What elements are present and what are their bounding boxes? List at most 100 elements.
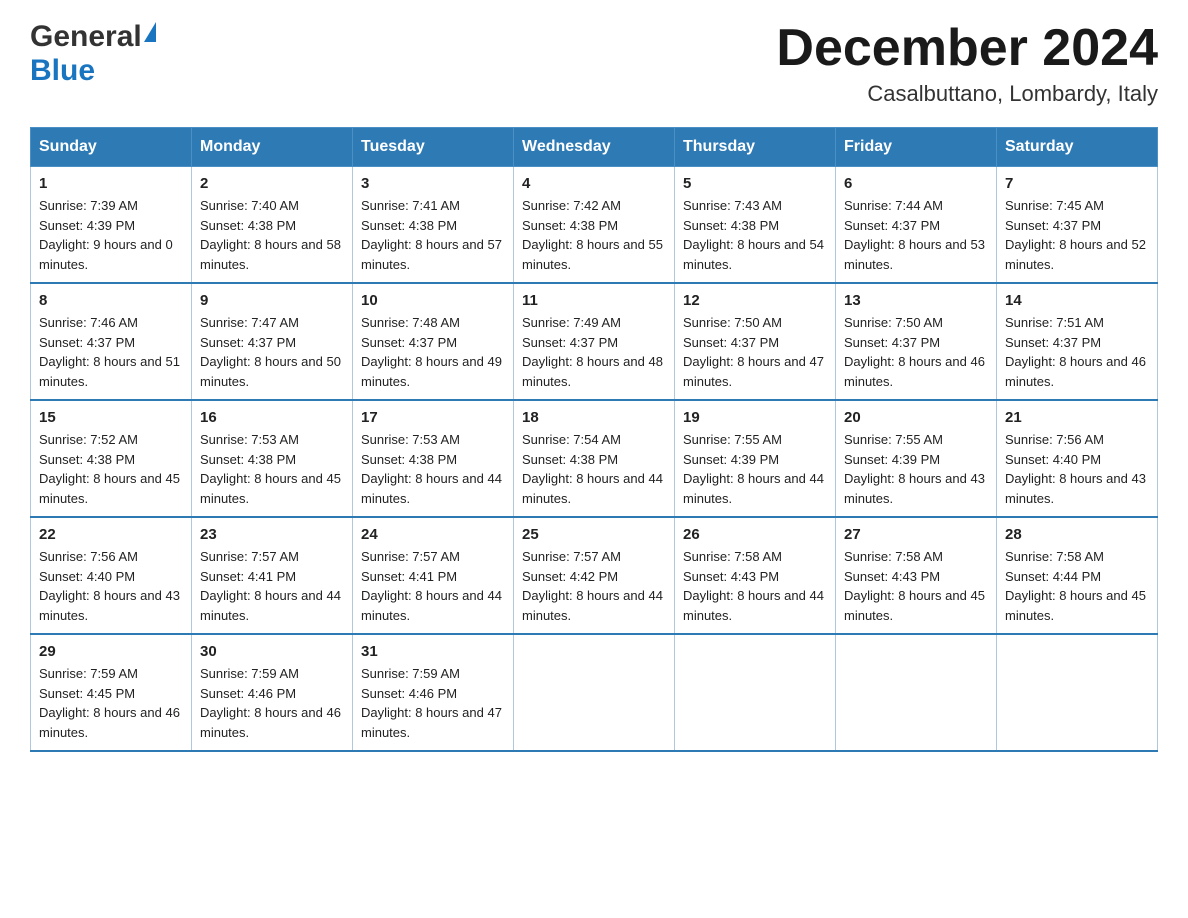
calendar-cell: 10Sunrise: 7:48 AMSunset: 4:37 PMDayligh… <box>353 283 514 400</box>
day-number: 28 <box>1005 526 1149 543</box>
calendar-cell <box>675 634 836 751</box>
day-info: Sunrise: 7:50 AMSunset: 4:37 PMDaylight:… <box>683 313 827 391</box>
calendar-cell: 23 Sunrise: 7:57 AMSunset: 4:41 PMDayligh… <box>192 517 353 634</box>
day-info: Sunrise: 7:42 AMSunset: 4:38 PMDaylight:… <box>522 196 666 274</box>
day-info: Sunrise: 7:53 AMSunset: 4:38 PMDaylight:… <box>361 430 505 508</box>
day-number: 22 <box>39 526 183 543</box>
calendar-week-5: 29 Sunrise: 7:59 AMSunset: 4:45 PMDayligh… <box>31 634 1158 751</box>
day-number: 4 <box>522 175 666 192</box>
day-number: 23 <box>200 526 344 543</box>
day-number: 29 <box>39 643 183 660</box>
day-info: Sunrise: 7:40 AMSunset: 4:38 PMDaylight:… <box>200 196 344 274</box>
calendar-cell: 5 Sunrise: 7:43 AMSunset: 4:38 PMDaylight… <box>675 167 836 284</box>
day-info: Sunrise: 7:45 AMSunset: 4:37 PMDaylight:… <box>1005 196 1149 274</box>
day-info: Sunrise: 7:59 AMSunset: 4:45 PMDaylight:… <box>39 664 183 742</box>
day-number: 25 <box>522 526 666 543</box>
day-number: 8 <box>39 292 183 309</box>
day-number: 24 <box>361 526 505 543</box>
calendar-cell: 22 Sunrise: 7:56 AMSunset: 4:40 PMDayligh… <box>31 517 192 634</box>
day-info: Sunrise: 7:49 AMSunset: 4:37 PMDaylight:… <box>522 313 666 391</box>
day-number: 27 <box>844 526 988 543</box>
day-number: 13 <box>844 292 988 309</box>
day-info: Sunrise: 7:58 AMSunset: 4:44 PMDaylight:… <box>1005 547 1149 625</box>
day-info: Sunrise: 7:48 AMSunset: 4:37 PMDaylight:… <box>361 313 505 391</box>
day-number: 11 <box>522 292 666 309</box>
day-number: 21 <box>1005 409 1149 426</box>
calendar-cell: 8 Sunrise: 7:46 AMSunset: 4:37 PMDaylight… <box>31 283 192 400</box>
day-info: Sunrise: 7:55 AMSunset: 4:39 PMDaylight:… <box>683 430 827 508</box>
title-section: December 2024 Casalbuttano, Lombardy, It… <box>776 20 1158 107</box>
day-info: Sunrise: 7:57 AMSunset: 4:42 PMDaylight:… <box>522 547 666 625</box>
day-number: 16 <box>200 409 344 426</box>
calendar-cell: 7 Sunrise: 7:45 AMSunset: 4:37 PMDaylight… <box>997 167 1158 284</box>
calendar-title: December 2024 <box>776 20 1158 77</box>
header-saturday: Saturday <box>997 128 1158 167</box>
day-number: 14 <box>1005 292 1149 309</box>
calendar-subtitle: Casalbuttano, Lombardy, Italy <box>776 81 1158 107</box>
calendar-cell: 14 Sunrise: 7:51 AMSunset: 4:37 PMDayligh… <box>997 283 1158 400</box>
calendar-week-2: 8 Sunrise: 7:46 AMSunset: 4:37 PMDaylight… <box>31 283 1158 400</box>
calendar-cell: 18 Sunrise: 7:54 AMSunset: 4:38 PMDayligh… <box>514 400 675 517</box>
day-info: Sunrise: 7:52 AMSunset: 4:38 PMDaylight:… <box>39 430 183 508</box>
day-number: 17 <box>361 409 505 426</box>
day-number: 9 <box>200 292 344 309</box>
calendar-cell: 13Sunrise: 7:50 AMSunset: 4:37 PMDayligh… <box>836 283 997 400</box>
calendar-cell: 9 Sunrise: 7:47 AMSunset: 4:37 PMDaylight… <box>192 283 353 400</box>
calendar-cell: 15Sunrise: 7:52 AMSunset: 4:38 PMDayligh… <box>31 400 192 517</box>
calendar-cell: 11 Sunrise: 7:49 AMSunset: 4:37 PMDayligh… <box>514 283 675 400</box>
day-number: 5 <box>683 175 827 192</box>
day-info: Sunrise: 7:43 AMSunset: 4:38 PMDaylight:… <box>683 196 827 274</box>
calendar-header-row: SundayMondayTuesdayWednesdayThursdayFrid… <box>31 128 1158 167</box>
day-number: 26 <box>683 526 827 543</box>
day-info: Sunrise: 7:44 AMSunset: 4:37 PMDaylight:… <box>844 196 988 274</box>
logo-blue: Blue <box>30 54 95 88</box>
calendar-cell: 27 Sunrise: 7:58 AMSunset: 4:43 PMDayligh… <box>836 517 997 634</box>
day-info: Sunrise: 7:55 AMSunset: 4:39 PMDaylight:… <box>844 430 988 508</box>
calendar-cell: 26 Sunrise: 7:58 AMSunset: 4:43 PMDayligh… <box>675 517 836 634</box>
calendar-cell: 3 Sunrise: 7:41 AMSunset: 4:38 PMDaylight… <box>353 167 514 284</box>
calendar-week-4: 22 Sunrise: 7:56 AMSunset: 4:40 PMDayligh… <box>31 517 1158 634</box>
calendar-cell: 29 Sunrise: 7:59 AMSunset: 4:45 PMDayligh… <box>31 634 192 751</box>
day-info: Sunrise: 7:46 AMSunset: 4:37 PMDaylight:… <box>39 313 183 391</box>
header-tuesday: Tuesday <box>353 128 514 167</box>
calendar-cell: 30Sunrise: 7:59 AMSunset: 4:46 PMDayligh… <box>192 634 353 751</box>
day-info: Sunrise: 7:41 AMSunset: 4:38 PMDaylight:… <box>361 196 505 274</box>
header-thursday: Thursday <box>675 128 836 167</box>
logo-triangle-icon <box>144 22 156 42</box>
calendar-cell: 1Sunrise: 7:39 AMSunset: 4:39 PMDaylight… <box>31 167 192 284</box>
day-info: Sunrise: 7:58 AMSunset: 4:43 PMDaylight:… <box>683 547 827 625</box>
calendar-cell: 24 Sunrise: 7:57 AMSunset: 4:41 PMDayligh… <box>353 517 514 634</box>
page-header: General Blue December 2024 Casalbuttano,… <box>30 20 1158 107</box>
calendar-cell <box>836 634 997 751</box>
day-info: Sunrise: 7:51 AMSunset: 4:37 PMDaylight:… <box>1005 313 1149 391</box>
day-info: Sunrise: 7:59 AMSunset: 4:46 PMDaylight:… <box>361 664 505 742</box>
calendar-cell <box>514 634 675 751</box>
day-info: Sunrise: 7:57 AMSunset: 4:41 PMDaylight:… <box>200 547 344 625</box>
calendar-week-3: 15Sunrise: 7:52 AMSunset: 4:38 PMDayligh… <box>31 400 1158 517</box>
calendar-cell: 25 Sunrise: 7:57 AMSunset: 4:42 PMDayligh… <box>514 517 675 634</box>
calendar-cell: 28 Sunrise: 7:58 AMSunset: 4:44 PMDayligh… <box>997 517 1158 634</box>
day-number: 7 <box>1005 175 1149 192</box>
day-number: 3 <box>361 175 505 192</box>
calendar-cell: 2 Sunrise: 7:40 AMSunset: 4:38 PMDaylight… <box>192 167 353 284</box>
day-number: 19 <box>683 409 827 426</box>
calendar-cell: 21 Sunrise: 7:56 AMSunset: 4:40 PMDayligh… <box>997 400 1158 517</box>
calendar-cell: 4 Sunrise: 7:42 AMSunset: 4:38 PMDaylight… <box>514 167 675 284</box>
day-info: Sunrise: 7:47 AMSunset: 4:37 PMDaylight:… <box>200 313 344 391</box>
day-info: Sunrise: 7:56 AMSunset: 4:40 PMDaylight:… <box>1005 430 1149 508</box>
day-number: 2 <box>200 175 344 192</box>
calendar-week-1: 1Sunrise: 7:39 AMSunset: 4:39 PMDaylight… <box>31 167 1158 284</box>
day-info: Sunrise: 7:54 AMSunset: 4:38 PMDaylight:… <box>522 430 666 508</box>
day-number: 12 <box>683 292 827 309</box>
calendar-cell: 17 Sunrise: 7:53 AMSunset: 4:38 PMDayligh… <box>353 400 514 517</box>
calendar-cell: 31Sunrise: 7:59 AMSunset: 4:46 PMDayligh… <box>353 634 514 751</box>
day-info: Sunrise: 7:53 AMSunset: 4:38 PMDaylight:… <box>200 430 344 508</box>
calendar-cell <box>997 634 1158 751</box>
day-number: 18 <box>522 409 666 426</box>
logo: General Blue <box>30 20 156 88</box>
day-info: Sunrise: 7:57 AMSunset: 4:41 PMDaylight:… <box>361 547 505 625</box>
day-info: Sunrise: 7:59 AMSunset: 4:46 PMDaylight:… <box>200 664 344 742</box>
day-info: Sunrise: 7:56 AMSunset: 4:40 PMDaylight:… <box>39 547 183 625</box>
day-info: Sunrise: 7:58 AMSunset: 4:43 PMDaylight:… <box>844 547 988 625</box>
calendar-table: SundayMondayTuesdayWednesdayThursdayFrid… <box>30 127 1158 752</box>
